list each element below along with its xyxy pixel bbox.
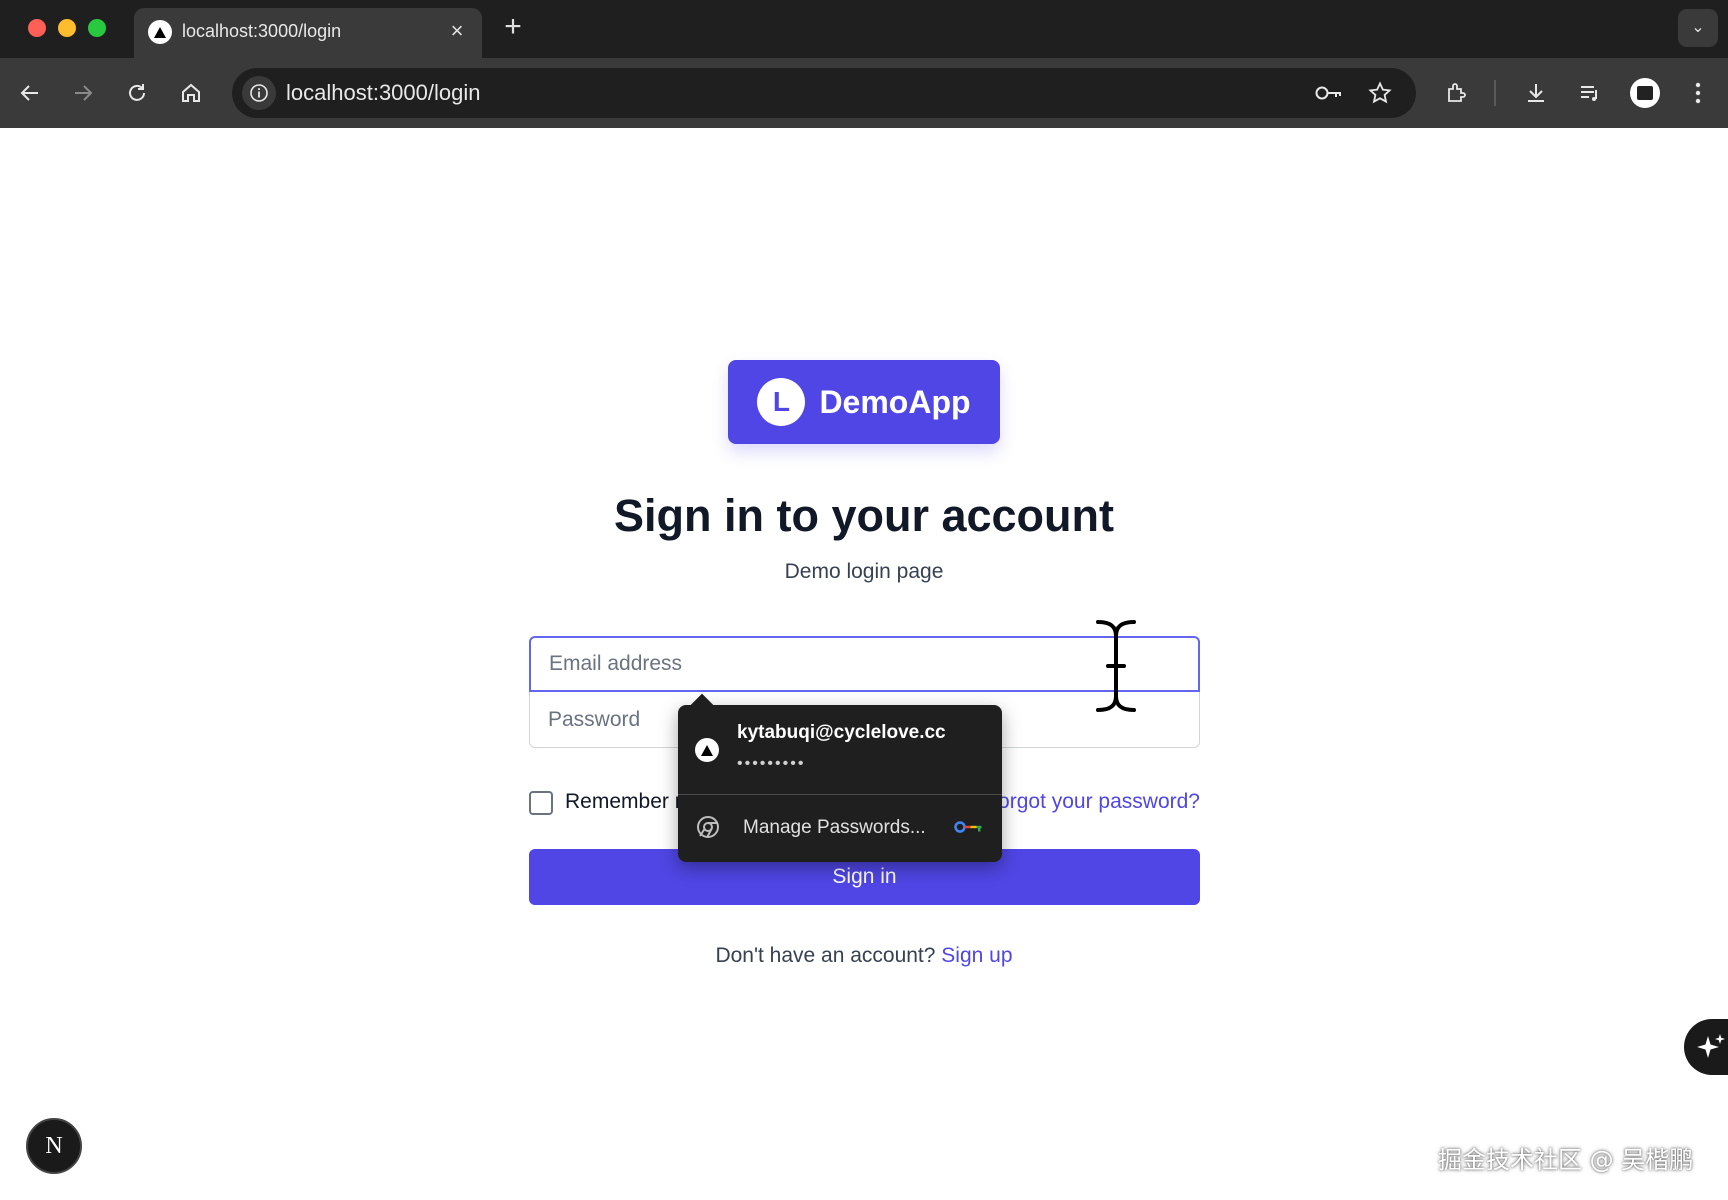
window-close-button[interactable] <box>28 19 46 37</box>
extensions-icon[interactable] <box>1438 74 1476 112</box>
window-minimize-button[interactable] <box>58 19 76 37</box>
window-zoom-button[interactable] <box>88 19 106 37</box>
tab-close-icon[interactable]: × <box>444 18 470 44</box>
saved-password-mask: ••••••••• <box>737 755 806 772</box>
tab-search-button[interactable]: ⌄ <box>1678 9 1718 47</box>
remember-me-checkbox[interactable] <box>529 791 553 815</box>
download-icon[interactable] <box>1517 74 1555 112</box>
new-tab-button[interactable]: + <box>498 12 528 42</box>
page-title: Sign in to your account <box>613 490 1114 541</box>
popup-divider <box>678 794 1002 795</box>
sparkle-icon <box>1697 1034 1725 1058</box>
back-icon[interactable] <box>11 74 49 112</box>
sign-up-link[interactable]: Sign up <box>941 944 1012 967</box>
forgot-password-link[interactable]: Forgot your password? <box>985 790 1200 814</box>
logo-mark: L <box>757 378 806 426</box>
address-bar[interactable]: localhost:3000/login <box>232 68 1416 118</box>
bookmark-star-icon[interactable] <box>1366 79 1394 107</box>
reload-icon[interactable] <box>118 74 156 112</box>
login-page: L DemoApp Sign in to your account Demo l… <box>0 128 1728 1200</box>
toolbar-separator <box>1494 80 1496 106</box>
watermark: 掘金技术社区 @ 吴楷鹏 <box>1438 1146 1694 1174</box>
text-cursor-icon <box>1096 620 1136 712</box>
vercel-triangle-icon <box>695 738 719 762</box>
manage-passwords-label: Manage Passwords... <box>743 817 926 838</box>
google-password-manager-icon <box>954 821 982 833</box>
tab-bar: localhost:3000/login × + ⌄ <box>0 0 1728 58</box>
tab-title: localhost:3000/login <box>182 21 342 41</box>
password-key-icon[interactable] <box>1314 80 1344 106</box>
profile-icon[interactable] <box>1630 78 1660 108</box>
reading-list-icon[interactable] <box>1571 74 1609 112</box>
browser-tab[interactable]: localhost:3000/login × <box>134 8 482 58</box>
nextjs-dev-indicator[interactable]: N <box>26 1118 82 1174</box>
home-icon[interactable] <box>172 74 210 112</box>
page-subtitle: Demo login page <box>784 560 944 583</box>
saved-username: kytabuqi@cyclelove.cc <box>737 722 946 743</box>
password-autofill-popup: kytabuqi@cyclelove.cc ••••••••• Manage P… <box>678 693 1002 862</box>
signup-prompt: Don't have an account? Sign up <box>0 944 1728 968</box>
signup-prompt-text: Don't have an account? <box>715 944 936 967</box>
url-text[interactable]: localhost:3000/login <box>286 80 480 106</box>
app-logo: L DemoApp <box>728 360 1000 444</box>
browser-toolbar: localhost:3000/login <box>0 58 1728 128</box>
site-info-icon[interactable] <box>242 76 276 110</box>
more-menu-icon[interactable] <box>1679 74 1717 112</box>
forward-icon[interactable] <box>64 74 102 112</box>
logo-name: DemoApp <box>819 383 971 420</box>
vercel-triangle-icon <box>148 20 172 44</box>
chrome-icon <box>697 816 719 838</box>
